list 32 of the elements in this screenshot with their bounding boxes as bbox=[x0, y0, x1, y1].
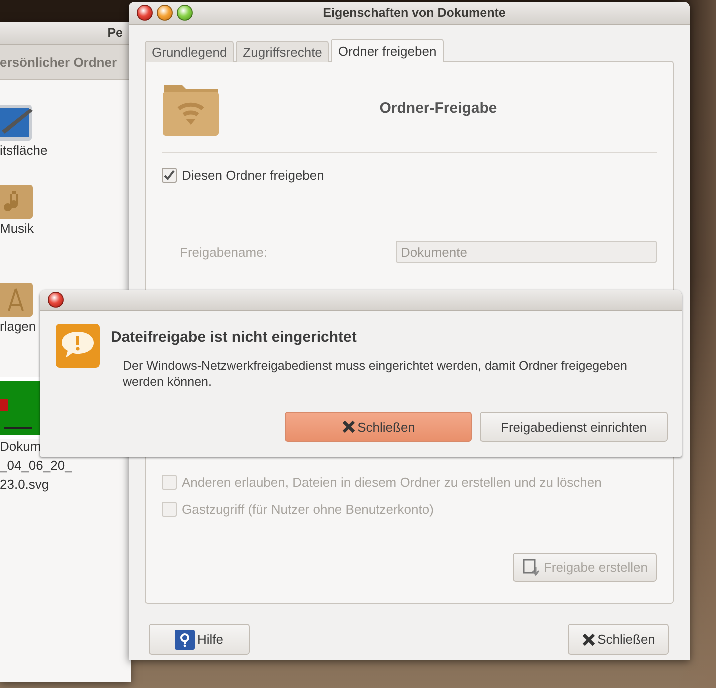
location-bar[interactable]: ersönlicher Ordner bbox=[0, 45, 131, 80]
dialog-message: Der Windows-Netzwerkfreigabedienst muss eingerichtet werden, damit Ordner freigegeben werden können. bbox=[122, 358, 628, 390]
checkmark-icon bbox=[164, 170, 175, 181]
dialog-title: Dateifreigabe ist nicht eingerichtet bbox=[111, 329, 358, 346]
tab[interactable]: Grundlegend bbox=[145, 41, 234, 62]
document-download-icon bbox=[522, 558, 542, 578]
maximize-window-icon[interactable] bbox=[177, 5, 193, 21]
help-icon bbox=[175, 630, 196, 650]
close-button[interactable]: Schließen bbox=[285, 412, 472, 442]
close-window-icon[interactable] bbox=[48, 292, 64, 308]
minimize-window-icon[interactable] bbox=[157, 5, 173, 21]
file-label: 23.0.svg bbox=[0, 477, 50, 493]
file-label: _04_06_20_ bbox=[0, 458, 72, 474]
file-label: Musik bbox=[0, 221, 34, 237]
window-title: Eigenschaften von Dokumente bbox=[322, 6, 507, 20]
share-checkbox[interactable]: Diesen Ordner freigeben bbox=[162, 168, 657, 183]
file-label: Dokum bbox=[0, 439, 42, 455]
speech-bubble-icon bbox=[55, 323, 101, 369]
close-icon bbox=[582, 632, 596, 646]
field-label: Freigabename: bbox=[180, 244, 268, 260]
help-button[interactable]: Hilfe bbox=[149, 624, 250, 655]
tab[interactable]: Ordner freigeben bbox=[331, 39, 444, 62]
close-window-icon[interactable] bbox=[137, 5, 153, 21]
close-button[interactable]: Schließen bbox=[568, 624, 669, 655]
setup-service-button[interactable]: Freigabedienst einrichten bbox=[480, 412, 668, 442]
file-label: rlagen bbox=[0, 319, 36, 335]
window-title: Pe bbox=[106, 26, 123, 40]
close-icon bbox=[342, 420, 356, 434]
tab[interactable]: Zugriffsrechte bbox=[236, 41, 330, 62]
file-label: itsfläche bbox=[0, 143, 48, 159]
section-heading: Ordner-Freigabe bbox=[378, 100, 498, 116]
desktop-icon bbox=[0, 103, 34, 143]
